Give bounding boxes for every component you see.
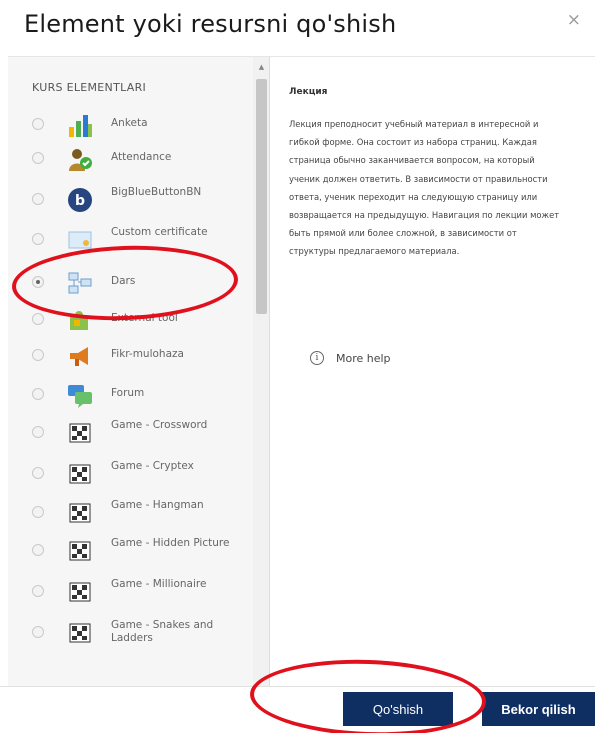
activity-radio[interactable]	[32, 388, 44, 400]
activity-radio[interactable]	[32, 118, 44, 130]
bigbluebutton-icon: b	[66, 186, 94, 214]
chart-icon	[66, 111, 94, 139]
activity-radio[interactable]	[32, 349, 44, 361]
activity-item[interactable]: Attendance	[8, 139, 253, 179]
activity-label: External tool	[111, 312, 178, 324]
description-text: Лекция преподносит учебный материал в ин…	[289, 119, 560, 257]
more-help-label: More help	[336, 352, 391, 365]
activity-radio[interactable]	[32, 544, 44, 556]
activity-item[interactable]: Game - Cryptex	[8, 454, 253, 494]
activity-item[interactable]: Forum	[8, 375, 253, 415]
activity-label: Game - Hangman	[111, 499, 204, 511]
section-title: KURS ELEMENTLARI	[32, 81, 147, 94]
activity-radio[interactable]	[32, 506, 44, 518]
dialog-footer: Qo'shish Bekor qilish	[0, 686, 595, 733]
activity-label: Custom certificate	[111, 226, 208, 238]
game-icon	[66, 499, 94, 527]
cancel-button[interactable]: Bekor qilish	[482, 692, 595, 726]
description-heading: Лекция	[289, 87, 328, 97]
activity-item[interactable]: Custom certificate	[8, 220, 253, 260]
activity-radio[interactable]	[32, 626, 44, 638]
scroll-up-arrow-icon[interactable]: ▲	[253, 61, 269, 73]
puzzle-icon	[66, 306, 94, 334]
activity-label: BigBlueButtonBN	[111, 186, 202, 198]
dialog-title: Element yoki resursni qo'shish	[24, 10, 397, 38]
activity-item[interactable]: b BigBlueButtonBN	[8, 180, 253, 220]
activity-item[interactable]: Game - Hidden Picture	[8, 531, 253, 571]
game-icon	[66, 578, 94, 606]
activity-label: Forum	[111, 387, 145, 399]
activity-label: Game - Cryptex	[111, 460, 194, 472]
activity-radio[interactable]	[32, 426, 44, 438]
attendance-icon	[66, 145, 94, 173]
dialog-body: KURS ELEMENTLARI Anketa Attendance b BigBlu…	[8, 56, 595, 687]
activity-item[interactable]: Game - Hangman	[8, 493, 253, 533]
info-icon: i	[310, 351, 324, 365]
megaphone-icon	[66, 342, 94, 370]
activity-list: KURS ELEMENTLARI Anketa Attendance b BigBlu…	[8, 57, 270, 687]
description-pane: Лекция Лекция преподносит учебный матери…	[270, 57, 595, 687]
activity-label: Game - Snakes and Ladders	[111, 619, 214, 644]
activity-label: Game - Millionaire	[111, 578, 207, 590]
lesson-icon	[66, 269, 94, 297]
activity-label: Fikr-mulohaza	[111, 348, 184, 360]
activity-label: Game - Crossword	[111, 419, 208, 431]
game-icon	[66, 460, 94, 488]
activity-radio[interactable]	[32, 233, 44, 245]
activity-item[interactable]: Game - Crossword	[8, 413, 253, 453]
add-button[interactable]: Qo'shish	[343, 692, 453, 726]
activity-label: Attendance	[111, 151, 172, 163]
activity-label: Anketa	[111, 117, 148, 129]
add-activity-dialog: Element yoki resursni qo'shish × KURS EL…	[0, 0, 595, 733]
activity-label: Dars	[111, 275, 136, 287]
game-icon	[66, 419, 94, 447]
dialog-header: Element yoki resursni qo'shish ×	[0, 0, 595, 54]
svg-text:b: b	[75, 193, 85, 209]
game-icon	[66, 619, 94, 647]
game-icon	[66, 537, 94, 565]
activity-item[interactable]: Dars	[8, 263, 253, 303]
activity-item[interactable]: Game - Snakes and Ladders	[8, 613, 253, 653]
scrollbar-thumb[interactable]	[256, 79, 267, 314]
activity-radio[interactable]	[32, 193, 44, 205]
close-icon[interactable]: ×	[567, 12, 581, 29]
activity-item[interactable]: Fikr-mulohaza	[8, 336, 253, 376]
activity-radio[interactable]	[32, 467, 44, 479]
activity-radio[interactable]	[32, 276, 44, 288]
scrollbar[interactable]: ▲	[253, 57, 269, 687]
activity-radio[interactable]	[32, 152, 44, 164]
activity-item[interactable]: External tool	[8, 300, 253, 340]
forum-icon	[66, 381, 94, 409]
activity-radio[interactable]	[32, 313, 44, 325]
certificate-icon	[66, 226, 94, 254]
activity-label: Game - Hidden Picture	[111, 537, 230, 549]
activity-radio[interactable]	[32, 585, 44, 597]
activity-item[interactable]: Game - Millionaire	[8, 572, 253, 612]
